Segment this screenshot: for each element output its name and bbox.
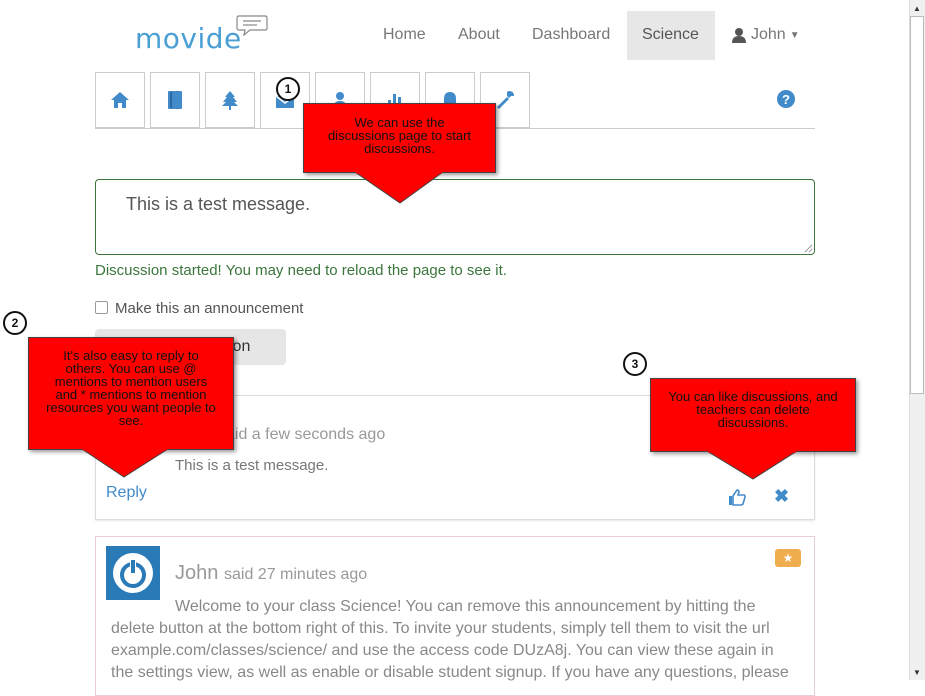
- speech-bubble-icon: [236, 15, 268, 36]
- wrench-icon: [497, 91, 514, 109]
- logo[interactable]: movide: [135, 22, 242, 55]
- announcement-body: Welcome to your class Science! You can r…: [111, 596, 806, 684]
- post-timestamp: aid a few seconds ago: [226, 426, 386, 443]
- home-icon: [111, 92, 129, 108]
- status-message: Discussion started! You may need to relo…: [95, 262, 507, 279]
- book-icon: [168, 91, 182, 109]
- thumbs-up-icon[interactable]: [728, 489, 746, 506]
- message-value: This is a test message.: [126, 194, 311, 214]
- body-line: Welcome to your class Science! You can r…: [175, 598, 756, 615]
- nav-dashboard[interactable]: Dashboard: [532, 26, 610, 44]
- callout-3: You can like discussions, and teachers c…: [650, 378, 856, 452]
- callout-text: It's also easy to reply to others. You c…: [46, 348, 216, 428]
- scroll-down-icon[interactable]: ▼: [910, 665, 924, 679]
- callout-pointer: [82, 449, 169, 478]
- nav-about[interactable]: About: [458, 26, 500, 44]
- star-badge: ★: [775, 549, 801, 567]
- user-name: John: [751, 26, 786, 43]
- callout-pointer: [707, 451, 798, 480]
- step-marker: 3: [623, 352, 647, 376]
- power-avatar-icon: [113, 553, 153, 593]
- scrollbar-thumb[interactable]: [910, 16, 924, 394]
- callout-text: We can use the discussions page to start…: [327, 115, 472, 156]
- tab-resources[interactable]: [150, 72, 200, 128]
- callout-pointer: [355, 172, 444, 204]
- nav-home[interactable]: Home: [383, 26, 426, 44]
- tab-home[interactable]: [95, 72, 145, 128]
- announcement-checkbox[interactable]: [95, 301, 108, 314]
- avatar: [106, 546, 160, 600]
- step-marker: 1: [276, 77, 300, 101]
- caret-down-icon: ▼: [789, 29, 800, 41]
- tab-tree[interactable]: [205, 72, 255, 128]
- callout-text: You can like discussions, and teachers c…: [668, 389, 838, 430]
- body-line: the settings view, as well as enable or …: [111, 664, 789, 681]
- body-line: example.com/classes/science/ and use the…: [111, 642, 774, 659]
- tree-icon: [222, 91, 238, 110]
- post-timestamp: said 27 minutes ago: [224, 566, 368, 583]
- user-menu[interactable]: John ▼: [731, 26, 800, 44]
- message-textarea[interactable]: This is a test message.: [95, 179, 815, 255]
- callout-1: We can use the discussions page to start…: [303, 103, 496, 173]
- announcement-label: Make this an announcement: [115, 300, 304, 317]
- step-marker: 2: [3, 311, 27, 335]
- user-icon: [732, 28, 746, 43]
- reply-link[interactable]: Reply: [106, 484, 147, 502]
- resize-handle-icon[interactable]: [803, 243, 813, 253]
- nav-science[interactable]: Science: [642, 26, 699, 44]
- delete-icon[interactable]: ✖: [774, 486, 789, 507]
- post-author[interactable]: John: [175, 562, 218, 585]
- callout-2: It's also easy to reply to others. You c…: [28, 337, 234, 450]
- body-line: delete button at the bottom right of thi…: [111, 620, 770, 637]
- help-icon[interactable]: ?: [777, 90, 795, 108]
- post-body: This is a test message.: [175, 457, 329, 474]
- scroll-up-icon[interactable]: ▲: [910, 1, 924, 15]
